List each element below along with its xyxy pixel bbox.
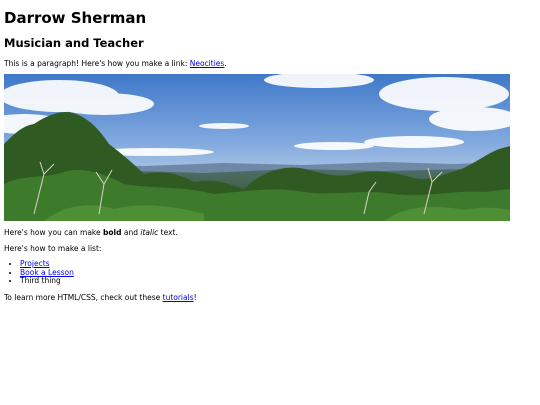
outro-exclamation: ! [193,292,197,302]
page-title: Darrow Sherman [4,9,147,27]
list-item-projects: Projects [20,259,536,269]
formatting-paragraph: Here's how you can make bold and italic … [4,228,536,238]
page-content: Darrow Sherman Musician and Teacher This… [0,0,540,303]
intro-paragraph: This is a paragraph! Here's how you make… [4,59,536,69]
outro-paragraph: To learn more HTML/CSS, check out these … [4,293,536,303]
page-subtitle: Musician and Teacher [4,36,144,50]
landscape-photo [4,74,510,221]
outro-text: To learn more HTML/CSS, check out these [4,292,163,302]
italic-text: italic [140,228,159,237]
list-item-book-a-lesson: Book a Lesson [20,268,536,278]
intro-text: This is a paragraph! Here's how you make… [4,59,190,68]
tutorials-link[interactable]: tutorials [163,293,194,302]
list-intro: Here's how to make a list: [4,244,102,253]
formatting-suffix: text. [158,228,178,237]
neocities-link[interactable]: Neocities [190,59,225,68]
intro-period: . [224,59,227,68]
bold-text: bold [103,228,122,237]
item-list: Projects Book a Lesson Third thing [4,259,536,286]
formatting-middle: and [121,228,141,237]
list-item-third-thing: Third thing [20,276,536,286]
formatting-prefix: Here's how you can make [4,228,103,237]
